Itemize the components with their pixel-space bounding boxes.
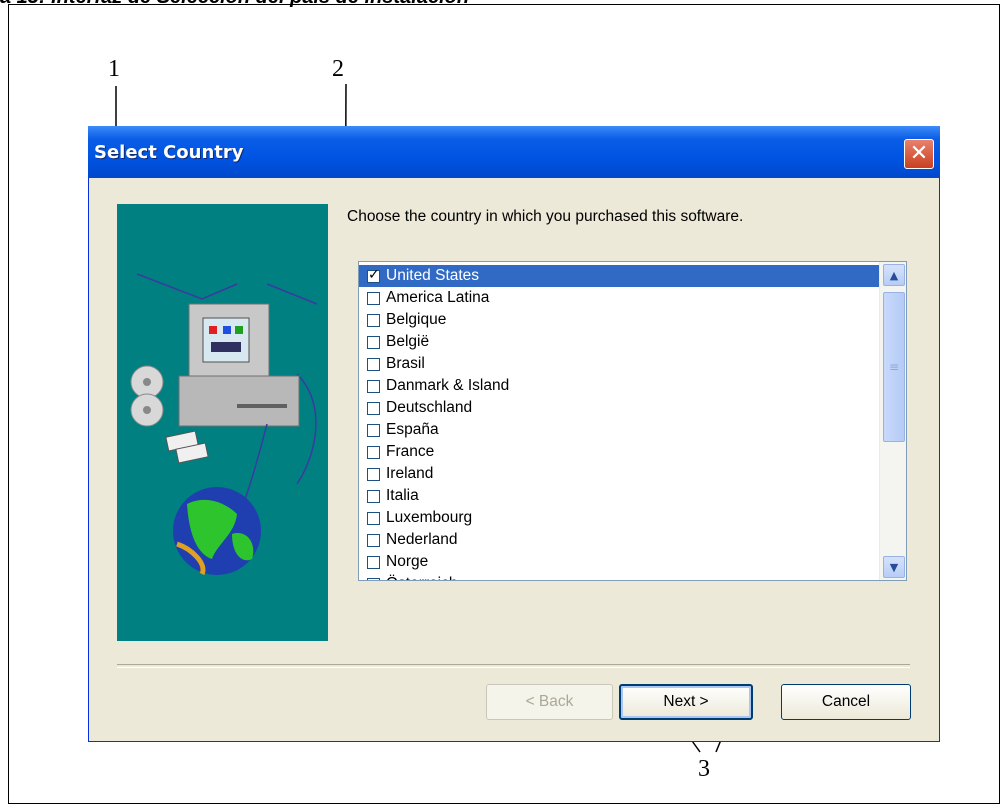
country-label: United States [386, 267, 480, 284]
scroll-thumb[interactable]: ≡ [883, 292, 905, 442]
country-checkbox[interactable] [367, 445, 380, 459]
country-label: Belgique [386, 311, 447, 328]
side-illustration [117, 204, 328, 641]
country-item[interactable]: Luxembourg [359, 507, 880, 529]
country-item[interactable]: America Latina [359, 287, 880, 309]
country-item[interactable]: België [359, 331, 880, 353]
dialog-titlebar[interactable]: Select Country ✕ [88, 126, 940, 178]
country-checkbox[interactable] [367, 467, 380, 481]
cancel-button[interactable]: Cancel [781, 684, 911, 720]
country-checkbox[interactable] [367, 379, 380, 393]
country-checkbox[interactable] [367, 291, 380, 305]
country-label: Brasil [386, 355, 425, 372]
close-icon: ✕ [909, 141, 929, 166]
annotation-label-1: 1 [108, 56, 120, 82]
country-list: United States America Latina Belgique Belgi… [359, 265, 880, 580]
close-button[interactable]: ✕ [904, 139, 934, 169]
country-checkbox[interactable] [367, 313, 380, 327]
country-checkbox[interactable] [367, 335, 380, 349]
annotation-label-2: 2 [332, 56, 344, 82]
country-label: Deutschland [386, 399, 473, 416]
computer-globe-illustration [130, 273, 318, 576]
country-item[interactable]: Deutschland [359, 397, 880, 419]
country-label: America Latina [386, 289, 490, 306]
listbox-scrollbar[interactable]: ▲ ≡ ▼ [879, 262, 906, 580]
country-checkbox[interactable] [367, 357, 380, 371]
next-button[interactable]: Next > [619, 684, 753, 720]
country-checkbox[interactable] [367, 577, 380, 580]
instruction-text: Choose the country in which you purchase… [347, 208, 744, 225]
country-label: Österreich [386, 575, 458, 580]
country-item[interactable]: United States [359, 265, 880, 287]
country-item[interactable]: España [359, 419, 880, 441]
country-checkbox[interactable] [367, 401, 380, 415]
scroll-down-button[interactable]: ▼ [883, 556, 905, 578]
country-label: Ireland [386, 465, 434, 482]
back-button[interactable]: < Back [486, 684, 613, 720]
annotation-label-3: 3 [698, 756, 710, 782]
country-label: Luxembourg [386, 509, 473, 526]
country-checkbox[interactable] [367, 511, 380, 525]
country-item[interactable]: France [359, 441, 880, 463]
country-item[interactable]: Norge [359, 551, 880, 573]
country-label: Nederland [386, 531, 458, 548]
scroll-up-button[interactable]: ▲ [883, 264, 905, 286]
divider [117, 664, 910, 668]
select-country-dialog: Select Country ✕ Choose the country in w… [88, 126, 940, 742]
country-label: Norge [386, 553, 429, 570]
country-label: Danmark & Island [386, 377, 510, 394]
country-checkbox[interactable] [367, 423, 380, 437]
country-label: Italia [386, 487, 419, 504]
chevron-down-icon: ▼ [889, 560, 899, 574]
country-item[interactable]: Brasil [359, 353, 880, 375]
country-item[interactable]: Danmark & Island [359, 375, 880, 397]
country-listbox[interactable]: United States America Latina Belgique Belgi… [358, 261, 907, 581]
country-label: France [386, 443, 435, 460]
country-checkbox[interactable] [367, 533, 380, 547]
country-item[interactable]: Nederland [359, 529, 880, 551]
country-checkbox[interactable] [367, 267, 380, 283]
country-item[interactable]: Ireland [359, 463, 880, 485]
country-checkbox[interactable] [367, 555, 380, 569]
chevron-up-icon: ▲ [889, 268, 899, 282]
country-item[interactable]: Österreich [359, 573, 880, 580]
country-item[interactable]: Italia [359, 485, 880, 507]
country-item[interactable]: Belgique [359, 309, 880, 331]
country-label: España [386, 421, 439, 438]
country-label: België [386, 333, 430, 350]
country-checkbox[interactable] [367, 489, 380, 503]
grip-icon: ≡ [888, 360, 900, 374]
dialog-title: Select Country [94, 142, 244, 163]
